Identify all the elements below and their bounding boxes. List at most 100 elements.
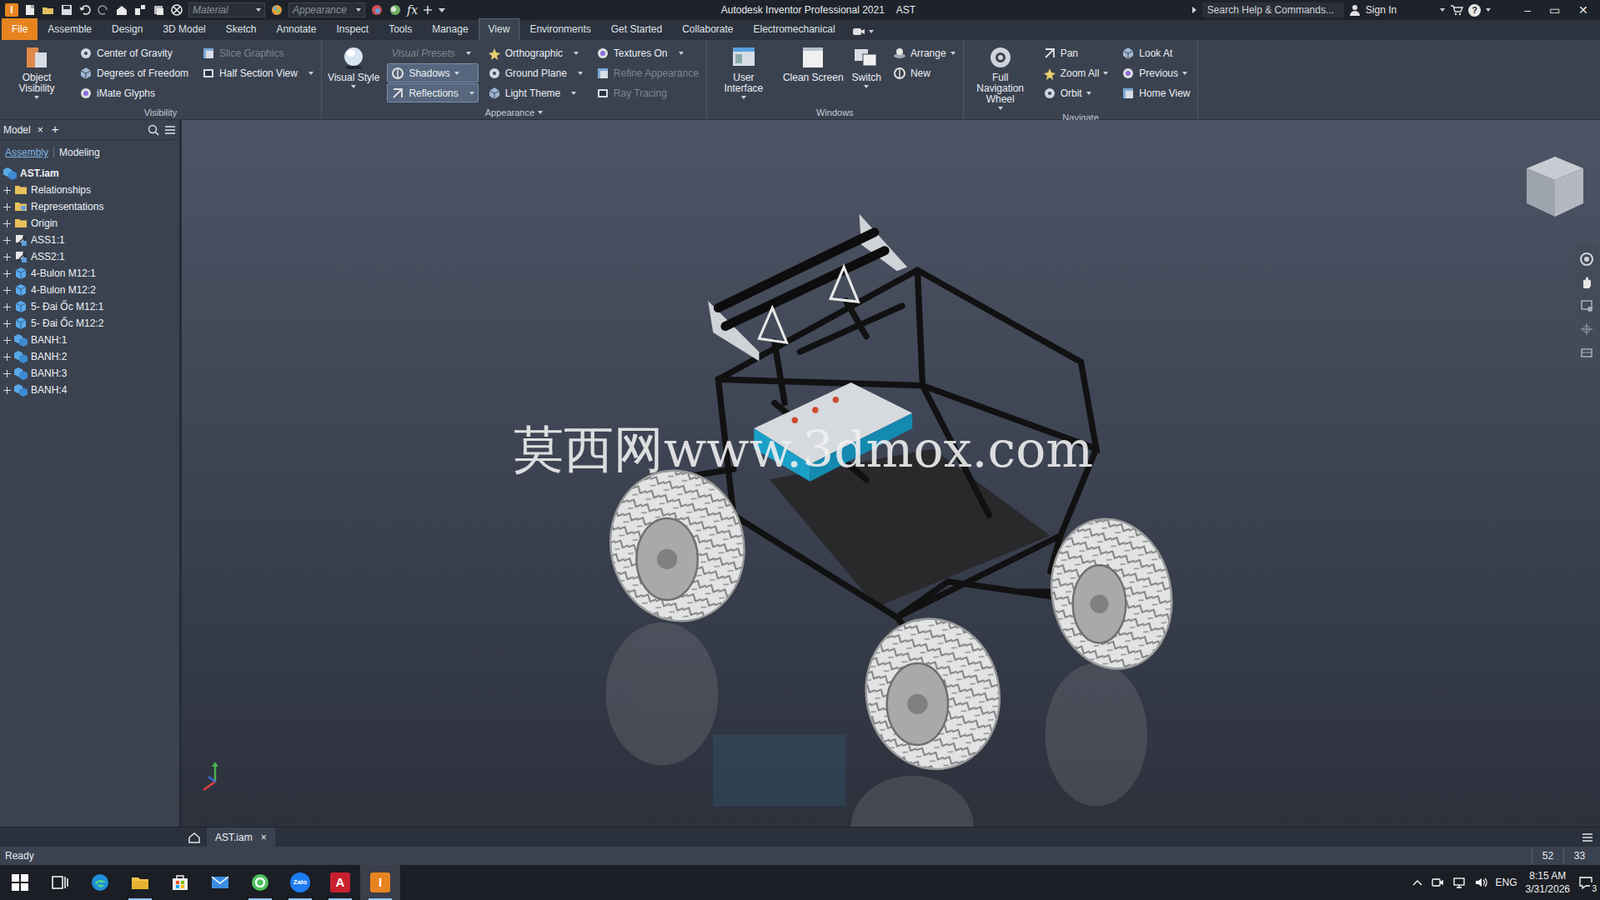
dropdown-arrow[interactable]: [868, 30, 874, 34]
tree-item[interactable]: 4-Bulon M12:1: [3, 265, 176, 282]
language-indicator[interactable]: ENG: [1495, 875, 1518, 891]
sign-in-button[interactable]: Sign In: [1365, 2, 1397, 18]
ribbon-button[interactable]: User Interface: [710, 43, 778, 101]
ribbon-button[interactable]: Light Theme: [483, 83, 587, 103]
dropdown-arrow[interactable]: [863, 85, 869, 89]
ribbon-button[interactable]: Full Navigation Wheel: [967, 43, 1034, 111]
ribbon-tab[interactable]: 3D Model: [152, 18, 216, 41]
expand-toggle[interactable]: [3, 253, 11, 261]
panel-dropdown-arrow[interactable]: [537, 110, 543, 115]
expand-toggle[interactable]: [3, 286, 11, 295]
dropdown-arrow[interactable]: [577, 71, 583, 76]
dropdown-arrow[interactable]: [1485, 8, 1491, 12]
close-button[interactable]: ×: [37, 122, 44, 138]
expand-toggle[interactable]: [3, 186, 11, 195]
ribbon-button[interactable]: Home View: [1117, 83, 1194, 103]
dropdown-arrow[interactable]: [255, 8, 261, 12]
expand-toggle[interactable]: [3, 270, 11, 278]
ribbon-button[interactable]: Arrange: [888, 43, 960, 63]
expand-toggle[interactable]: [3, 370, 11, 378]
taskbar-app[interactable]: Zalo: [280, 865, 321, 900]
ribbon-tab[interactable]: Tools: [378, 18, 422, 41]
ribbon-extra[interactable]: [845, 22, 881, 41]
dropdown-arrow[interactable]: [1103, 71, 1109, 76]
document-menu[interactable]: [1574, 827, 1600, 848]
add-tab-button[interactable]: +: [51, 120, 60, 140]
dropdown-arrow[interactable]: [1086, 91, 1092, 96]
ribbon-tab[interactable]: Sketch: [215, 18, 267, 41]
ribbon-tab[interactable]: Environments: [519, 18, 601, 41]
app-logo[interactable]: I: [5, 3, 19, 17]
window-control-button[interactable]: –: [1517, 1, 1538, 20]
expand-toggle[interactable]: [3, 220, 11, 228]
tree-item[interactable]: Origin: [3, 215, 176, 232]
tree-item[interactable]: Relationships: [3, 181, 176, 199]
ribbon-button[interactable]: New: [888, 63, 960, 83]
ribbon-tab[interactable]: View: [478, 18, 521, 41]
window-control-button[interactable]: ▭: [1542, 1, 1567, 20]
ribbon-tab[interactable]: File: [1, 18, 38, 41]
expand-toggle[interactable]: [3, 386, 11, 395]
taskbar-app[interactable]: I: [360, 865, 401, 900]
expand-toggle[interactable]: [3, 320, 11, 328]
ribbon-button[interactable]: Orbit: [1038, 83, 1114, 103]
expand-toggle[interactable]: [3, 336, 11, 345]
taskbar-app[interactable]: [240, 865, 281, 900]
ribbon-button[interactable]: Center of Gravity: [75, 43, 193, 63]
taskbar-app[interactable]: [0, 865, 41, 900]
tree-item[interactable]: 5- Đai Ốc M12:2: [3, 315, 176, 332]
tree-item[interactable]: BANH:3: [3, 365, 176, 382]
ribbon-button[interactable]: Look At: [1117, 43, 1194, 63]
dropdown-arrow[interactable]: [1182, 71, 1188, 76]
tree-item[interactable]: BANH:4: [3, 381, 176, 399]
graphics-viewport[interactable]: 莫西网www.3dmox.com: [181, 120, 1600, 828]
tree-item[interactable]: BANH:2: [3, 348, 176, 366]
expand-toggle[interactable]: [3, 303, 11, 311]
dropdown-arrow[interactable]: [741, 95, 747, 100]
help-button[interactable]: ?: [1468, 4, 1481, 17]
search-field[interactable]: [1202, 2, 1345, 18]
ribbon-tab[interactable]: Annotate: [265, 18, 327, 41]
tree-item[interactable]: ASS2:1: [3, 248, 176, 266]
ribbon-button[interactable]: Orthographic: [483, 43, 587, 63]
ribbon-button[interactable]: Textures On: [591, 43, 703, 63]
ribbon-button[interactable]: Reflections: [386, 83, 478, 103]
ribbon-tab[interactable]: Inspect: [326, 18, 379, 41]
dropdown-arrow[interactable]: [678, 51, 684, 56]
expand-toggle[interactable]: [3, 236, 11, 245]
expand-toggle[interactable]: [3, 353, 11, 362]
dropdown-arrow[interactable]: [351, 85, 357, 89]
dropdown-arrow[interactable]: [469, 91, 475, 96]
home-button[interactable]: [181, 827, 207, 848]
dropdown-arrow[interactable]: [308, 71, 314, 76]
appearance-field[interactable]: Appearance: [288, 2, 366, 18]
window-control-button[interactable]: ✕: [1571, 1, 1595, 20]
taskbar-app[interactable]: [80, 865, 121, 900]
dropdown-arrow[interactable]: [34, 95, 40, 100]
expand-toggle[interactable]: [3, 203, 11, 211]
dropdown-arrow[interactable]: [998, 106, 1004, 111]
ribbon-button[interactable]: Degrees of Freedom: [75, 63, 193, 83]
ribbon-button[interactable]: Shadows: [386, 63, 478, 83]
ribbon-tab[interactable]: Manage: [421, 18, 478, 41]
browser-subtab[interactable]: Assembly: [5, 145, 49, 161]
ribbon-button[interactable]: Ground Plane: [483, 63, 587, 83]
notification-center[interactable]: 3: [1578, 875, 1594, 891]
tree-root[interactable]: AST.iam: [3, 165, 176, 182]
ribbon-tab[interactable]: Collaborate: [672, 18, 743, 41]
taskbar-app[interactable]: [200, 865, 241, 900]
taskbar-app[interactable]: A: [320, 865, 361, 900]
ribbon-tab[interactable]: Electromechanical: [743, 18, 846, 41]
taskbar-app[interactable]: [160, 865, 201, 900]
taskbar-app[interactable]: [40, 865, 81, 900]
dropdown-arrow[interactable]: [950, 51, 956, 56]
material-field[interactable]: Material: [188, 2, 266, 18]
ribbon-button[interactable]: Half Section View: [197, 63, 318, 83]
ribbon-tab[interactable]: Assemble: [37, 18, 102, 41]
document-tab[interactable]: AST.iam×: [206, 827, 276, 848]
dropdown-arrow[interactable]: [571, 91, 577, 96]
ribbon-button[interactable]: iMate Glyphs: [75, 83, 193, 103]
ribbon-button[interactable]: Zoom All: [1038, 63, 1114, 83]
ribbon-button[interactable]: Visual Style: [325, 43, 382, 90]
tree-item[interactable]: BANH:1: [3, 331, 176, 349]
